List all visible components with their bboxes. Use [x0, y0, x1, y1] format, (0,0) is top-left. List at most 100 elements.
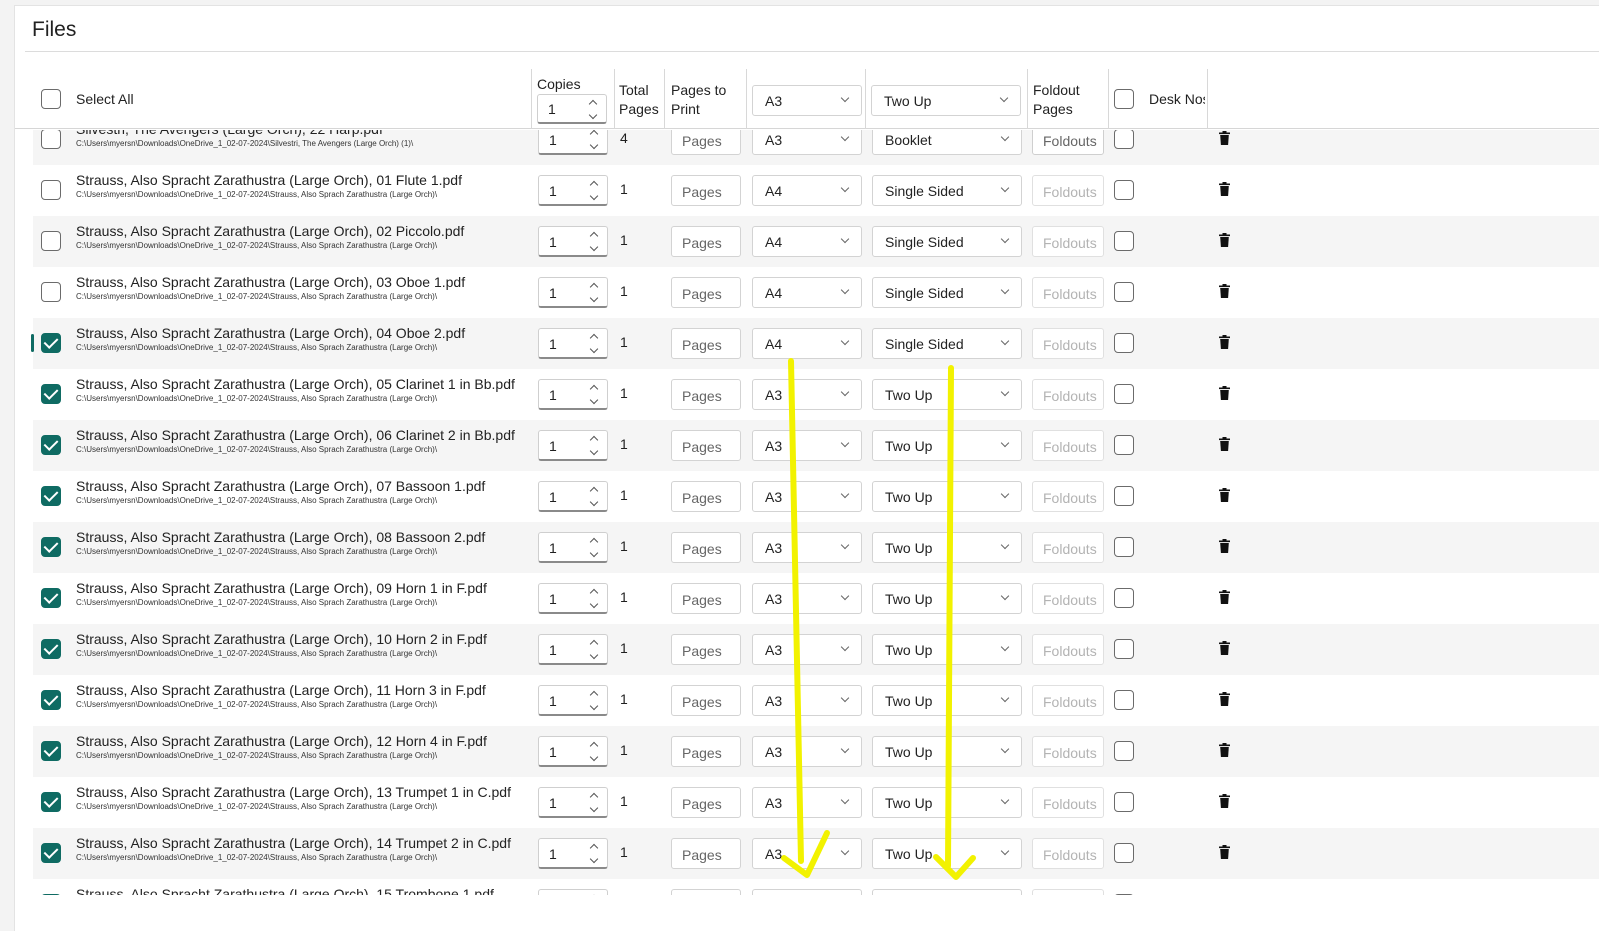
desk-nos-checkbox[interactable]	[1114, 690, 1134, 710]
table-row[interactable]: Strauss, Also Spracht Zarathustra (Large…	[33, 267, 1599, 318]
row-checkbox[interactable]	[41, 130, 61, 149]
layout-select[interactable]: Two Up	[872, 889, 1022, 895]
layout-select[interactable]: Two Up	[872, 583, 1022, 614]
row-checkbox[interactable]	[41, 690, 61, 710]
chevron-up-icon[interactable]	[590, 130, 599, 137]
layout-select[interactable]: Two Up	[872, 634, 1022, 665]
paper-size-select[interactable]: A3	[752, 430, 862, 461]
pages-to-print-input[interactable]: Pages	[671, 634, 741, 665]
pages-to-print-input[interactable]: Pages	[671, 685, 741, 716]
table-row[interactable]: Silvestri, The Avengers (Large Orch), 22…	[33, 130, 1599, 165]
desk-nos-checkbox[interactable]	[1114, 792, 1134, 812]
copies-stepper[interactable]: 1	[538, 277, 608, 308]
chevron-down-icon[interactable]	[589, 112, 598, 121]
chevron-down-icon[interactable]	[590, 805, 599, 814]
paper-size-select[interactable]: A4	[752, 175, 862, 206]
trash-icon[interactable]	[1219, 641, 1230, 655]
table-row[interactable]: Strauss, Also Spracht Zarathustra (Large…	[33, 726, 1599, 777]
pages-to-print-input[interactable]: Pages	[671, 532, 741, 563]
trash-icon[interactable]	[1219, 386, 1230, 400]
chevron-up-icon[interactable]	[590, 893, 599, 895]
layout-select[interactable]: Booklet	[872, 130, 1022, 155]
chevron-down-icon[interactable]	[590, 499, 599, 508]
row-checkbox[interactable]	[41, 588, 61, 608]
paper-size-select[interactable]: A4	[752, 226, 862, 257]
pages-to-print-input[interactable]: Pages	[671, 481, 741, 512]
row-checkbox[interactable]	[41, 639, 61, 659]
paper-size-select[interactable]: A3	[752, 130, 862, 155]
chevron-up-icon[interactable]	[590, 485, 599, 494]
pages-to-print-input[interactable]: Pages	[671, 379, 741, 410]
layout-select[interactable]: Two Up	[872, 787, 1022, 818]
pages-to-print-input[interactable]: Pages	[671, 277, 741, 308]
layout-select[interactable]: Two Up	[872, 685, 1022, 716]
copies-stepper[interactable]: 1	[538, 736, 608, 767]
row-checkbox[interactable]	[41, 894, 61, 895]
desk-nos-checkbox[interactable]	[1114, 282, 1134, 302]
foldouts-input[interactable]: Foldouts	[1032, 889, 1104, 895]
pages-to-print-input[interactable]: Pages	[671, 787, 741, 818]
chevron-down-icon[interactable]	[590, 550, 599, 559]
chevron-down-icon[interactable]	[590, 601, 599, 610]
chevron-up-icon[interactable]	[590, 179, 599, 188]
desk-nos-checkbox[interactable]	[1114, 843, 1134, 863]
table-row[interactable]: Strauss, Also Spracht Zarathustra (Large…	[33, 165, 1599, 216]
row-checkbox[interactable]	[41, 741, 61, 761]
paper-size-select[interactable]: A3	[752, 532, 862, 563]
copies-stepper[interactable]: 1	[538, 130, 608, 155]
chevron-down-icon[interactable]	[590, 703, 599, 712]
foldouts-input[interactable]: Foldouts	[1032, 130, 1104, 155]
pages-to-print-input[interactable]: Pages	[671, 130, 741, 155]
trash-icon[interactable]	[1219, 590, 1230, 604]
desk-nos-checkbox[interactable]	[1114, 486, 1134, 506]
copies-stepper[interactable]: 1	[538, 430, 608, 461]
table-row[interactable]: Strauss, Also Spracht Zarathustra (Large…	[33, 216, 1599, 267]
trash-icon[interactable]	[1219, 335, 1230, 349]
foldouts-input[interactable]: Foldouts	[1032, 685, 1104, 716]
pages-to-print-input[interactable]: Pages	[671, 175, 741, 206]
table-row[interactable]: Strauss, Also Spracht Zarathustra (Large…	[33, 369, 1599, 420]
desk-nos-checkbox[interactable]	[1114, 384, 1134, 404]
chevron-down-icon[interactable]	[590, 652, 599, 661]
desk-nos-checkbox[interactable]	[1114, 333, 1134, 353]
row-checkbox[interactable]	[41, 180, 61, 200]
layout-select[interactable]: Two Up	[872, 379, 1022, 410]
desk-nos-checkbox[interactable]	[1114, 130, 1134, 149]
table-row[interactable]: Strauss, Also Spracht Zarathustra (Large…	[31, 318, 1599, 369]
trash-icon[interactable]	[1219, 794, 1230, 808]
pages-to-print-input[interactable]: Pages	[671, 838, 741, 869]
pages-to-print-input[interactable]: Pages	[671, 736, 741, 767]
trash-icon[interactable]	[1219, 233, 1230, 247]
trash-icon[interactable]	[1219, 488, 1230, 502]
chevron-up-icon[interactable]	[590, 842, 599, 851]
table-row[interactable]: Strauss, Also Spracht Zarathustra (Large…	[33, 420, 1599, 471]
chevron-down-icon[interactable]	[590, 244, 599, 253]
chevron-up-icon[interactable]	[590, 740, 599, 749]
paper-size-select[interactable]: A3	[752, 787, 862, 818]
select-all-checkbox[interactable]	[41, 89, 61, 109]
desk-nos-checkbox[interactable]	[1114, 537, 1134, 557]
layout-select[interactable]: Single Sided	[872, 328, 1022, 359]
paper-size-select[interactable]: A4	[752, 328, 862, 359]
foldouts-input[interactable]: Foldouts	[1032, 175, 1104, 206]
paper-size-select[interactable]: A3	[752, 634, 862, 665]
layout-select[interactable]: Two Up	[872, 481, 1022, 512]
row-checkbox[interactable]	[41, 333, 61, 353]
paper-size-select[interactable]: A3	[752, 481, 862, 512]
copies-stepper[interactable]: 1	[538, 889, 608, 895]
chevron-down-icon[interactable]	[590, 856, 599, 865]
paper-size-select[interactable]: A3	[752, 685, 862, 716]
trash-icon[interactable]	[1219, 539, 1230, 553]
table-row[interactable]: Strauss, Also Spracht Zarathustra (Large…	[33, 777, 1599, 828]
chevron-down-icon[interactable]	[590, 142, 599, 151]
paper-size-select[interactable]: A3	[752, 838, 862, 869]
foldouts-input[interactable]: Foldouts	[1032, 838, 1104, 869]
layout-select[interactable]: Single Sided	[872, 277, 1022, 308]
row-checkbox[interactable]	[41, 486, 61, 506]
trash-icon[interactable]	[1219, 437, 1230, 451]
row-checkbox[interactable]	[41, 537, 61, 557]
trash-icon[interactable]	[1219, 743, 1230, 757]
row-checkbox[interactable]	[41, 231, 61, 251]
chevron-up-icon[interactable]	[590, 536, 599, 545]
copies-stepper[interactable]: 1	[538, 226, 608, 257]
